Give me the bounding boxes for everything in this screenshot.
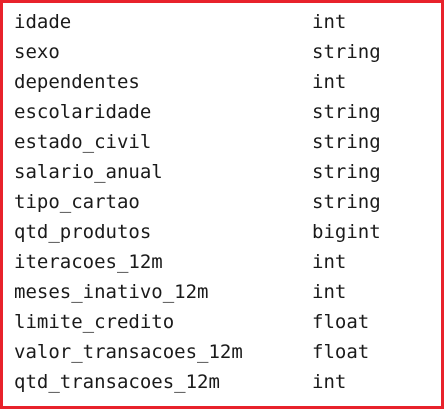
schema-list: idade int sexo string dependentes int es… — [14, 7, 434, 397]
column-name: qtd_produtos — [14, 221, 152, 243]
schema-row: qtd_produtos bigint — [14, 217, 434, 247]
column-name: limite_credito — [14, 311, 175, 333]
column-type: float — [312, 311, 370, 333]
column-name: meses_inativo_12m — [14, 281, 209, 303]
schema-row: estado_civil string — [14, 127, 434, 157]
column-name: tipo_cartao — [14, 191, 140, 213]
schema-row: escolaridade string — [14, 97, 434, 127]
column-type: bigint — [312, 221, 381, 243]
schema-row: dependentes int — [14, 67, 434, 97]
column-name: qtd_transacoes_12m — [14, 371, 220, 393]
column-type: int — [312, 11, 347, 33]
schema-row: idade int — [14, 7, 434, 37]
column-name: escolaridade — [14, 101, 152, 123]
schema-row: iteracoes_12m int — [14, 247, 434, 277]
schema-row: tipo_cartao string — [14, 187, 434, 217]
column-name: valor_transacoes_12m — [14, 341, 243, 363]
column-name: dependentes — [14, 71, 140, 93]
column-type: string — [312, 41, 381, 63]
schema-row: qtd_transacoes_12m int — [14, 367, 434, 397]
schema-row: salario_anual string — [14, 157, 434, 187]
highlight-frame: idade int sexo string dependentes int es… — [0, 0, 444, 409]
column-type: int — [312, 281, 347, 303]
column-type: int — [312, 371, 347, 393]
schema-row: meses_inativo_12m int — [14, 277, 434, 307]
column-type: string — [312, 131, 381, 153]
column-name: sexo — [14, 41, 60, 63]
schema-row: valor_transacoes_12m float — [14, 337, 434, 367]
column-name: iteracoes_12m — [14, 251, 163, 273]
column-name: salario_anual — [14, 161, 163, 183]
column-name: idade — [14, 11, 72, 33]
schema-row: sexo string — [14, 37, 434, 67]
column-type: string — [312, 191, 381, 213]
column-type: string — [312, 161, 381, 183]
column-type: float — [312, 341, 370, 363]
column-type: string — [312, 101, 381, 123]
column-type: int — [312, 71, 347, 93]
column-type: int — [312, 251, 347, 273]
column-name: estado_civil — [14, 131, 152, 153]
schema-row: limite_credito float — [14, 307, 434, 337]
